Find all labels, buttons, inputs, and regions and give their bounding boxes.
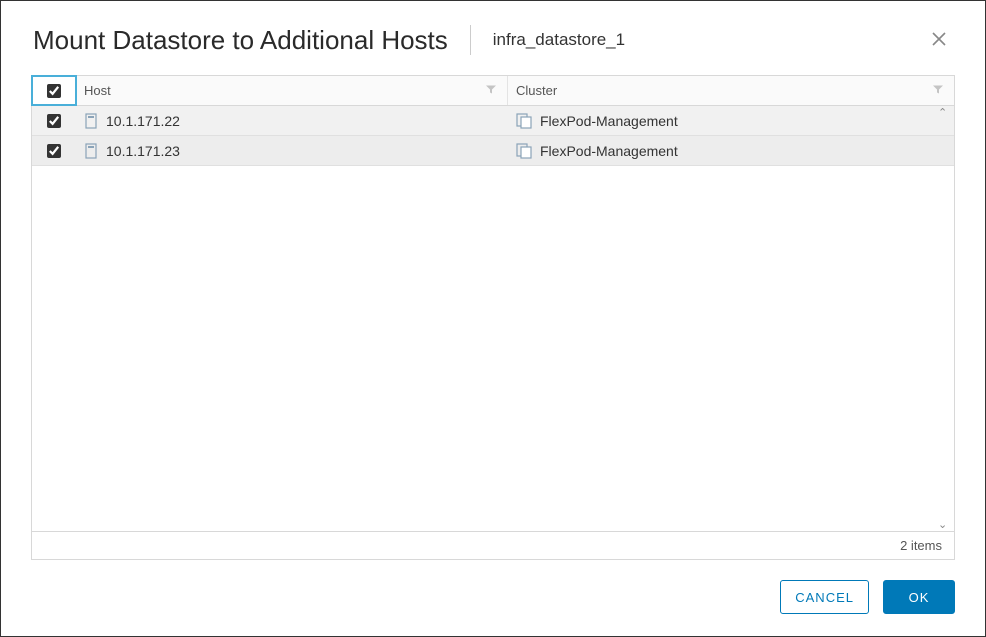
- item-count: 2 items: [32, 531, 954, 559]
- cluster-icon: [516, 143, 532, 159]
- table-row[interactable]: 10.1.171.22 FlexPod-Management: [32, 106, 954, 136]
- filter-icon[interactable]: [485, 83, 497, 98]
- dialog-header: Mount Datastore to Additional Hosts infr…: [1, 1, 985, 75]
- col-host-label: Host: [84, 83, 111, 98]
- row-checkbox[interactable]: [47, 114, 61, 128]
- row-checkbox[interactable]: [47, 144, 61, 158]
- table-body: 10.1.171.22 FlexPod-Management 10.1.171.…: [32, 106, 954, 531]
- row-cluster: FlexPod-Management: [540, 113, 678, 129]
- button-bar: CANCEL OK: [1, 560, 985, 636]
- col-cluster[interactable]: Cluster: [508, 76, 954, 105]
- cluster-icon: [516, 113, 532, 129]
- dialog-subtitle: infra_datastore_1: [493, 30, 625, 50]
- dialog-title: Mount Datastore to Additional Hosts: [33, 25, 448, 56]
- host-icon: [84, 143, 98, 159]
- col-host[interactable]: Host: [76, 76, 508, 105]
- col-cluster-label: Cluster: [516, 83, 557, 98]
- row-host: 10.1.171.22: [106, 113, 180, 129]
- table-header: Host Cluster: [32, 76, 954, 106]
- select-all-checkbox[interactable]: [47, 84, 61, 98]
- filter-icon[interactable]: [932, 83, 944, 98]
- row-cluster: FlexPod-Management: [540, 143, 678, 159]
- table-row[interactable]: 10.1.171.23 FlexPod-Management: [32, 136, 954, 166]
- scrollbar-indicator: ⌃ ⌄: [938, 106, 952, 531]
- chevron-down-icon: ⌄: [938, 518, 952, 531]
- select-all-cell[interactable]: [32, 76, 76, 105]
- host-icon: [84, 113, 98, 129]
- hosts-table: Host Cluster 10.1.171.22: [31, 75, 955, 560]
- row-host: 10.1.171.23: [106, 143, 180, 159]
- ok-button[interactable]: OK: [883, 580, 955, 614]
- cancel-button[interactable]: CANCEL: [780, 580, 869, 614]
- close-icon[interactable]: [921, 23, 957, 57]
- title-divider: [470, 25, 471, 55]
